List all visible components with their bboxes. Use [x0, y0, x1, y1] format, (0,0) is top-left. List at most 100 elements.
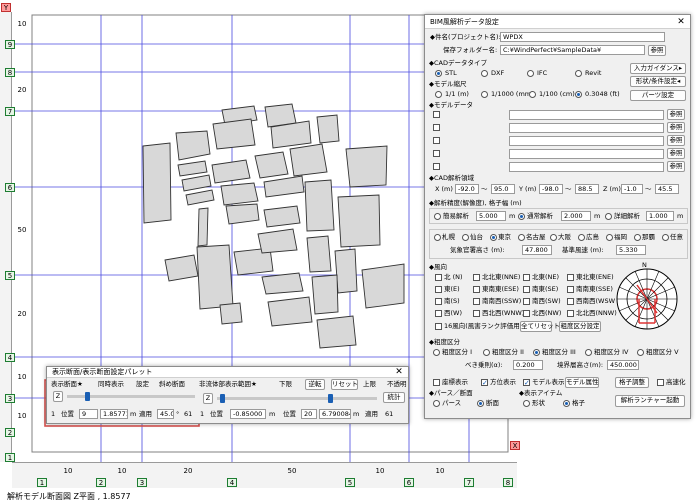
scale-ft-radio[interactable]: [575, 91, 582, 98]
pos-index-field[interactable]: 9: [79, 409, 98, 419]
stats-button[interactable]: 統計: [383, 392, 405, 403]
y-min-field[interactable]: -98.0: [539, 184, 563, 194]
city-radio-sendai[interactable]: [462, 234, 469, 241]
opaque-label[interactable]: 不透明: [387, 380, 407, 389]
model-row-browse[interactable]: 参照: [667, 148, 685, 159]
model-row-browse[interactable]: 参照: [667, 109, 685, 120]
close-icon[interactable]: ✕: [394, 367, 404, 378]
grid-adjust-button[interactable]: 格子調整: [615, 377, 649, 388]
close-icon[interactable]: ✕: [676, 15, 686, 29]
axis-select[interactable]: Z: [53, 391, 63, 402]
reset-button[interactable]: リセット: [331, 379, 358, 390]
angle-field[interactable]: 45.0: [157, 409, 174, 419]
wind-dir-check[interactable]: [567, 274, 574, 281]
range-slider-track[interactable]: [217, 397, 377, 400]
city-radio-tokyo[interactable]: [490, 234, 497, 241]
model-attr-button[interactable]: モデル属性: [565, 377, 599, 388]
roughness-setting-button[interactable]: 粗度区分設定: [559, 321, 601, 332]
model-row-check[interactable]: [433, 111, 440, 118]
wind-dir-check[interactable]: [435, 310, 442, 317]
wind-dir-check[interactable]: [473, 274, 480, 281]
cad-type-revit-radio[interactable]: [575, 70, 582, 77]
lower-slider-thumb[interactable]: [220, 394, 225, 403]
power-index-field[interactable]: 0.200: [513, 360, 543, 370]
wind-dir-check[interactable]: [435, 286, 442, 293]
wind-dir-check[interactable]: [567, 286, 574, 293]
z-min-field[interactable]: -1.0: [621, 184, 643, 194]
wind-dir-check[interactable]: [523, 298, 530, 305]
station-height-field[interactable]: 47.800: [522, 245, 552, 255]
parts-settings-button[interactable]: パーツ設定: [630, 90, 686, 101]
pers-radio[interactable]: [433, 400, 440, 407]
model-row-check[interactable]: [433, 163, 440, 170]
model-row-browse[interactable]: 参照: [667, 135, 685, 146]
apply2-label[interactable]: 適用: [365, 410, 378, 419]
roughness-radio[interactable]: [433, 349, 440, 356]
model-row-browse[interactable]: 参照: [667, 161, 685, 172]
wind-dir-check[interactable]: [473, 286, 480, 293]
upper-slider-thumb[interactable]: [328, 394, 333, 403]
model-row-field[interactable]: [509, 162, 664, 172]
shape-radio[interactable]: [523, 400, 530, 407]
scale-1000-radio[interactable]: [481, 91, 488, 98]
browse-folder-button[interactable]: 参照: [648, 45, 666, 56]
model-row-field[interactable]: [509, 149, 664, 159]
wind-dir-check[interactable]: [523, 286, 530, 293]
sixteen-dir-check[interactable]: [435, 323, 442, 330]
apply-label[interactable]: 適用: [139, 410, 152, 419]
precision-simple-radio[interactable]: [434, 213, 441, 220]
precision-simple-field[interactable]: 5.000: [476, 211, 506, 221]
wind-dir-check[interactable]: [435, 274, 442, 281]
scale-100-radio[interactable]: [529, 91, 536, 98]
shape-settings-button[interactable]: 形状/条件設定◂: [630, 76, 686, 87]
city-radio-custom[interactable]: [662, 234, 669, 241]
axis2-select[interactable]: Z: [203, 393, 213, 404]
cad-type-ifc-radio[interactable]: [527, 70, 534, 77]
cad-type-dxf-radio[interactable]: [481, 70, 488, 77]
roughness-radio[interactable]: [483, 349, 490, 356]
wind-compass-icon[interactable]: [615, 267, 679, 331]
city-radio-naha[interactable]: [634, 234, 641, 241]
project-name-field[interactable]: WPDX: [500, 32, 665, 42]
cad-type-stl-radio[interactable]: [435, 70, 442, 77]
launcher-button[interactable]: 解析ランチャー起動: [615, 395, 685, 407]
roughness-radio[interactable]: [637, 349, 644, 356]
section-radio[interactable]: [477, 400, 484, 407]
city-radio-osaka[interactable]: [550, 234, 557, 241]
speedup-check[interactable]: [657, 379, 664, 386]
model-row-field[interactable]: [509, 123, 664, 133]
precision-detail-radio[interactable]: [605, 213, 612, 220]
precision-normal-radio[interactable]: [518, 213, 525, 220]
grid-radio[interactable]: [563, 400, 570, 407]
wind-dir-check[interactable]: [473, 310, 480, 317]
precision-detail-field[interactable]: 1.000: [646, 211, 674, 221]
wind-dir-check[interactable]: [523, 274, 530, 281]
upper-value-field[interactable]: 6.790084: [319, 409, 351, 419]
model-row-field[interactable]: [509, 136, 664, 146]
x-max-field[interactable]: 95.0: [491, 184, 515, 194]
lower-value-field[interactable]: -0.85000: [230, 409, 266, 419]
model-row-check[interactable]: [433, 124, 440, 131]
settings-label[interactable]: 設定: [136, 380, 149, 389]
precision-normal-field[interactable]: 2.000: [561, 211, 591, 221]
city-radio-sapporo[interactable]: [434, 234, 441, 241]
y-max-field[interactable]: 88.5: [575, 184, 599, 194]
wind-dir-check[interactable]: [473, 298, 480, 305]
sync-display-label[interactable]: 同時表示: [98, 380, 124, 389]
model-row-check[interactable]: [433, 150, 440, 157]
reverse-button[interactable]: 逆転: [305, 379, 325, 390]
roughness-radio[interactable]: [585, 349, 592, 356]
reset-all-button[interactable]: 全てリセット: [520, 321, 560, 332]
show-coord-check[interactable]: [433, 379, 440, 386]
roughness-radio[interactable]: [533, 349, 540, 356]
city-radio-fukuoka[interactable]: [606, 234, 613, 241]
save-folder-field[interactable]: C:¥WindPerfect¥SampleData¥: [500, 45, 645, 55]
model-display-check[interactable]: ✓: [523, 379, 530, 387]
wind-dir-check[interactable]: [567, 298, 574, 305]
x-min-field[interactable]: -92.0: [455, 184, 479, 194]
city-radio-nagoya[interactable]: [518, 234, 525, 241]
city-radio-hiroshima[interactable]: [578, 234, 585, 241]
upper-index-field[interactable]: 20: [301, 409, 317, 419]
base-wind-field[interactable]: 5.330: [616, 245, 646, 255]
model-row-check[interactable]: [433, 137, 440, 144]
